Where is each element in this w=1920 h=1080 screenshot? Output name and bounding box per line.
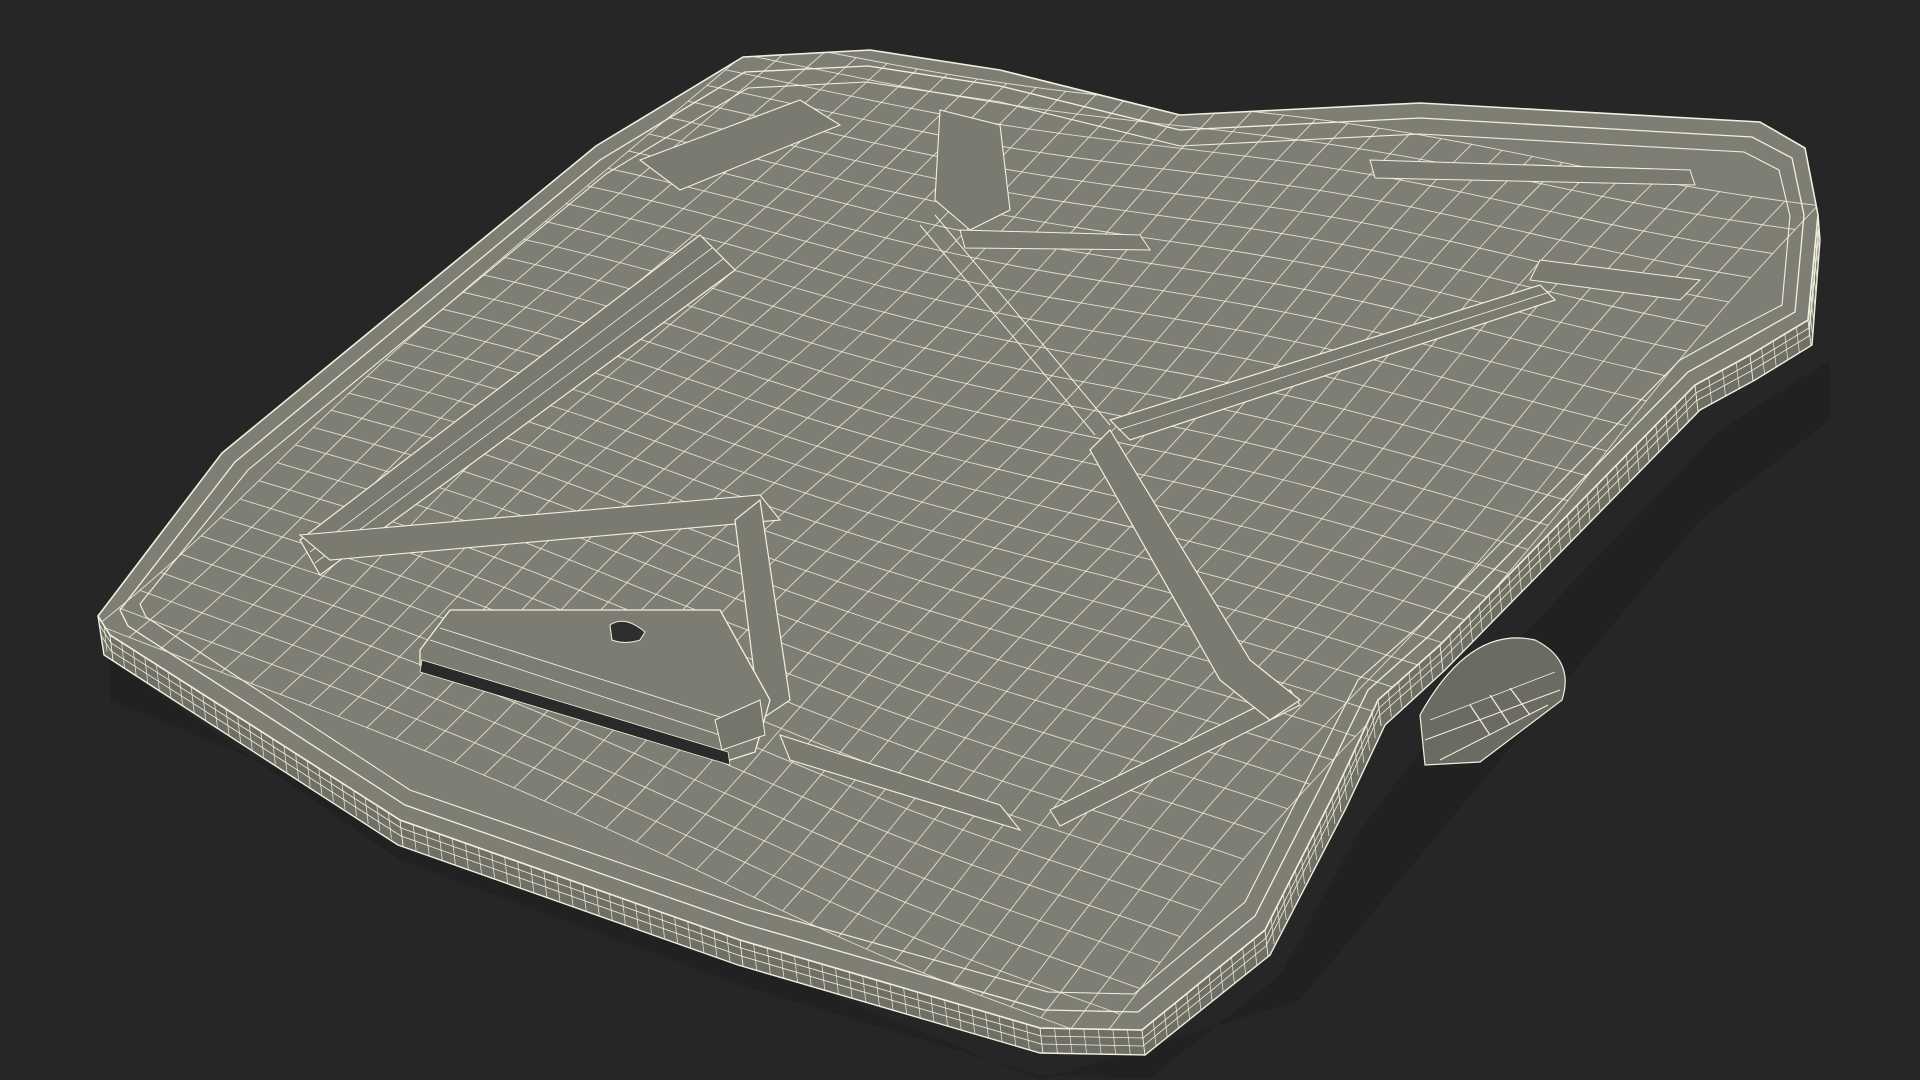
wireframe-render xyxy=(97,49,1830,1080)
render-viewport xyxy=(0,0,1920,1080)
